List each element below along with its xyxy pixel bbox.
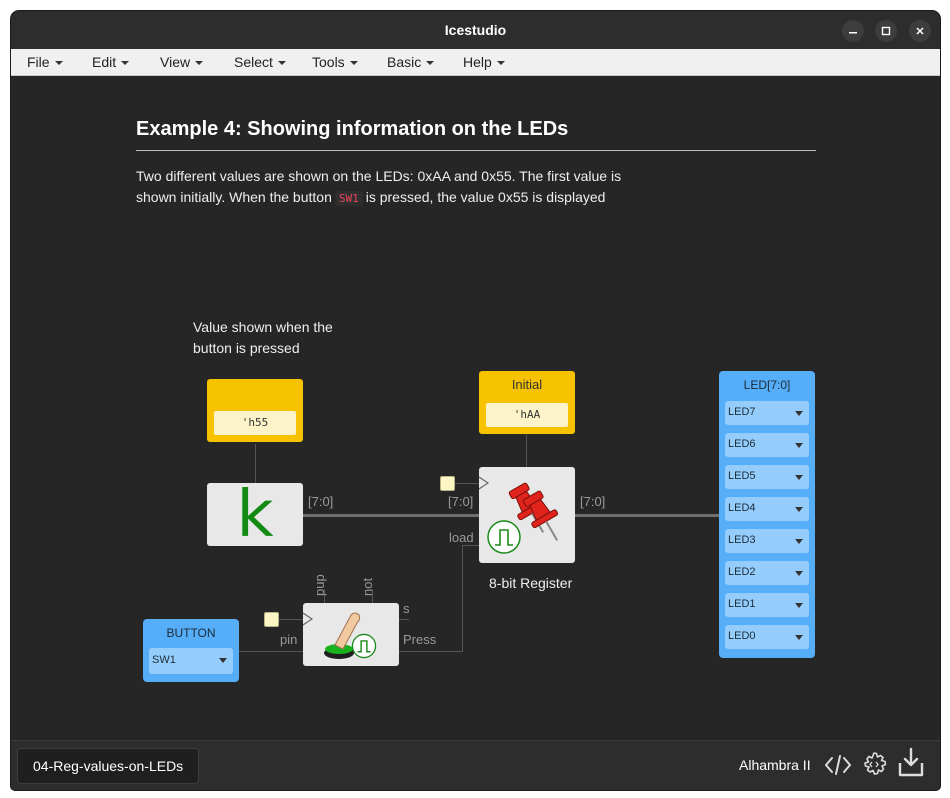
constant-block-h55[interactable]: 'h55: [207, 379, 303, 442]
maximize-icon: [881, 26, 891, 36]
maximize-button[interactable]: [875, 20, 897, 42]
menu-tools[interactable]: Tools: [312, 54, 358, 70]
wire-btn-clk: [277, 619, 303, 620]
label-reg-out: [7:0]: [580, 494, 606, 509]
chevron-down-icon: [795, 635, 803, 640]
info-note: Value shown when the button is pressed: [193, 319, 333, 356]
button-clock-input[interactable]: [264, 612, 279, 627]
minimize-button[interactable]: [842, 20, 864, 42]
caret-down-icon: [54, 61, 63, 66]
register-block[interactable]: [479, 467, 575, 563]
chevron-down-icon: [795, 603, 803, 608]
k-constant-block[interactable]: k: [207, 478, 303, 552]
menu-view[interactable]: View: [160, 54, 204, 70]
constant-value[interactable]: 'h55: [214, 411, 296, 435]
constant-title: Initial: [511, 377, 543, 392]
menu-help[interactable]: Help: [463, 54, 505, 70]
file-tab[interactable]: 04-Reg-values-on-LEDs: [17, 748, 200, 784]
register-clock-input[interactable]: [440, 476, 455, 491]
wire-press: [399, 651, 463, 652]
button-block[interactable]: [303, 603, 399, 666]
register-clock-arrow: [479, 476, 489, 490]
label-press: Press: [403, 632, 437, 647]
clock-pulse-icon: [351, 633, 377, 659]
caret-down-icon: [195, 61, 204, 66]
clock-pulse-icon: [487, 520, 521, 554]
status-bar: 04-Reg-values-on-LEDs Alhambra II: [11, 740, 940, 790]
chevron-down-icon: [795, 539, 803, 544]
chevron-down-icon: [219, 658, 227, 663]
label-not: not: [360, 577, 375, 596]
info-heading: Example 4: Showing information on the LE…: [136, 118, 569, 140]
minimize-icon: [849, 32, 857, 34]
button-input-title: BUTTON: [166, 626, 216, 640]
wire-pin: [239, 651, 303, 652]
wire-s: [399, 619, 409, 620]
menu-select[interactable]: Select: [234, 54, 286, 70]
app-window: Icestudio File Edit View Select Tools Ba…: [11, 11, 940, 790]
gear-icon[interactable]: [860, 751, 888, 779]
code-icon[interactable]: [824, 751, 852, 779]
bus-reg-to-leds: [575, 514, 719, 517]
led-output-block[interactable]: LED[7:0] LED7 LED6 LED5 LED4 LED3 LED2 L…: [719, 371, 815, 658]
window-title: Icestudio: [444, 22, 507, 38]
led-pin-select[interactable]: LED4: [725, 497, 809, 521]
led-output-title: LED[7:0]: [743, 378, 791, 392]
chevron-down-icon: [795, 411, 803, 416]
wire-load-v: [462, 545, 463, 651]
constant-value[interactable]: 'hAA: [486, 403, 568, 427]
heading-divider: [136, 150, 816, 151]
constant-block-initial[interactable]: Initial 'hAA: [479, 371, 575, 434]
led-pin-select[interactable]: LED1: [725, 593, 809, 617]
chevron-down-icon: [795, 571, 803, 576]
caret-down-icon: [121, 61, 130, 66]
wire-reg-clk: [454, 483, 479, 484]
label-pin: pin: [280, 632, 298, 647]
chevron-down-icon: [795, 443, 803, 448]
wire-load-h: [462, 545, 479, 546]
label-k-out: [7:0]: [308, 494, 334, 509]
button-pin-select[interactable]: SW1: [149, 648, 233, 674]
led-pin-select[interactable]: LED5: [725, 465, 809, 489]
download-icon[interactable]: [898, 747, 924, 779]
k-glyph: k: [236, 478, 274, 552]
close-button[interactable]: [909, 20, 931, 42]
button-input-block[interactable]: BUTTON SW1: [143, 619, 239, 682]
register-label: 8-bit Register: [489, 575, 573, 591]
label-load: load: [449, 530, 474, 545]
title-bar: Icestudio: [11, 11, 940, 49]
led-pin-select[interactable]: LED6: [725, 433, 809, 457]
button-clock-arrow: [303, 612, 313, 626]
menu-bar: File Edit View Select Tools Basic Help: [11, 49, 940, 76]
label-s: s: [403, 601, 410, 616]
label-pup: pup: [312, 574, 327, 596]
chevron-down-icon: [795, 507, 803, 512]
chevron-down-icon: [795, 475, 803, 480]
board-name[interactable]: Alhambra II: [739, 757, 811, 773]
caret-down-icon: [277, 61, 286, 66]
close-icon: [916, 27, 924, 35]
led-pin-select[interactable]: LED0: [725, 625, 809, 649]
menu-edit[interactable]: Edit: [92, 54, 130, 70]
led-pin-select[interactable]: LED2: [725, 561, 809, 585]
caret-down-icon: [426, 61, 435, 66]
bus-k-to-reg: [302, 514, 479, 517]
menu-basic[interactable]: Basic: [387, 54, 435, 70]
led-pin-select[interactable]: LED3: [725, 529, 809, 553]
menu-file[interactable]: File: [27, 54, 63, 70]
led-pin-select[interactable]: LED7: [725, 401, 809, 425]
wire-initial: [526, 435, 527, 467]
label-reg-in: [7:0]: [448, 494, 474, 509]
caret-down-icon: [496, 61, 505, 66]
code-snippet: SW1: [334, 191, 363, 206]
info-paragraph: Two different values are shown on the LE…: [136, 168, 622, 206]
caret-down-icon: [349, 61, 358, 66]
